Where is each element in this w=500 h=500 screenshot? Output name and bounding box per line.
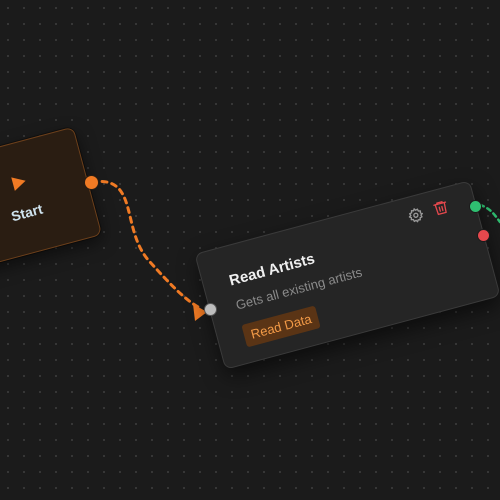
read-artists-input-handle[interactable] [204,303,217,316]
start-output-handle[interactable] [84,175,99,190]
edge-start-to-read-artists[interactable] [90,179,202,310]
node-type-badge: Read Data [241,305,321,348]
read-artists-error-handle[interactable] [477,229,490,242]
workflow-canvas[interactable]: Start Read Artists Gets all existing art… [0,0,500,500]
node-settings-button[interactable] [405,204,427,226]
node-delete-button[interactable] [430,197,452,219]
trash-icon [433,201,447,216]
start-node-label: Start [9,200,45,225]
play-icon [11,177,26,191]
read-artists-success-handle[interactable] [469,200,482,213]
gear-icon [408,208,423,223]
edge-success-out[interactable] [478,203,500,224]
